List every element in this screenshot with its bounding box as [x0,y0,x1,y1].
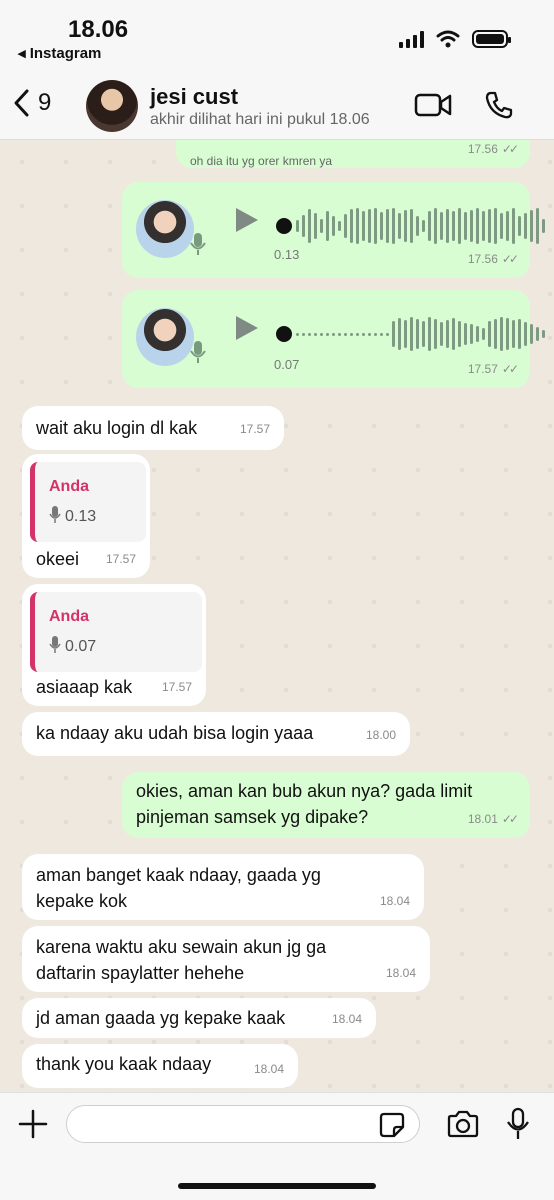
waveform[interactable] [296,202,545,250]
voice-message[interactable]: 0.07 17.57 ✓✓ [122,290,545,388]
message-text: wait aku login dl kak [36,418,198,438]
mic-icon [49,636,61,653]
signal-icon [399,30,424,48]
reply-message[interactable]: Anda 0.07 asiaaap kak 17.57 [22,584,206,706]
message-meta: 18.04 [254,1056,284,1082]
mic-icon [190,233,206,255]
play-icon[interactable] [232,314,260,342]
contact-avatar[interactable] [86,80,138,132]
message-time: 17.56 [467,142,498,156]
status-icons [399,30,511,48]
quote-duration: 0.07 [65,638,97,655]
message-bubble[interactable]: oh dia itu yg orer kmren ya 17.56 ✓✓ [176,140,530,168]
message-time: 18.00 [365,728,396,742]
sender-avatar [136,308,194,366]
message-meta: 17.57 [106,546,136,572]
message-text-line: karena waktu aku sewain akun jg ga [36,937,327,957]
message-text-line: daftarin spaylatter hehehe [36,963,245,983]
back-to-app-link[interactable]: ◂ Instagram [18,44,101,62]
message-meta: 17.56 ✓✓ [467,246,519,272]
voice-duration: 0.07 [274,357,300,372]
battery-icon [472,30,511,48]
phone-call-icon[interactable] [484,90,514,120]
message-bubble[interactable]: jd aman gaada yg kepake kaak 18.04 [22,998,376,1038]
message-time: 17.57 [161,680,192,694]
message-bubble[interactable]: wait aku login dl kak 17.57 [22,406,284,450]
message-bubble[interactable]: karena waktu aku sewain akun jg ga dafta… [22,926,430,992]
message-meta: 18.04 [380,888,410,914]
sticker-icon[interactable] [378,1111,406,1139]
reply-message[interactable]: Anda 0.13 okeei 17.57 [22,454,150,578]
message-meta: 17.57 [162,674,192,700]
wifi-icon [436,30,460,48]
message-text-line: pinjeman samsek yg dipake? [136,807,369,827]
quote-duration: 0.13 [65,508,97,525]
play-icon[interactable] [232,206,260,234]
chevron-left-icon [14,89,29,117]
message-bubble[interactable]: thank you kaak ndaay 18.04 [22,1044,298,1088]
message-meta: 18.01 ✓✓ [467,806,519,832]
message-input[interactable] [66,1105,420,1143]
message-meta: 18.04 [386,960,416,986]
read-ticks-icon: ✓✓ [501,362,519,376]
last-seen-text: akhir dilihat hari ini pukul 18.06 [150,111,370,128]
message-text: oh dia itu yg orer kmren ya [190,154,333,168]
message-meta: 17.57 [240,416,270,442]
message-time: 18.04 [253,1062,284,1076]
voice-duration: 0.13 [274,247,300,262]
quote-author: Anda [49,608,89,625]
read-ticks-icon: ✓✓ [501,252,519,266]
message-meta: 18.04 [332,1006,362,1032]
mic-icon [190,341,206,363]
message-time: 18.04 [379,894,410,908]
playhead-dot[interactable] [276,326,292,342]
message-text-line: okies, aman kan bub akun nya? gada limit [136,781,473,801]
unread-count: 9 [38,89,52,116]
message-text: thank you kaak ndaay [36,1054,212,1074]
message-time: 18.04 [385,966,416,980]
message-text: okeei [36,549,80,569]
mic-icon [49,506,61,523]
video-call-icon[interactable] [414,92,452,118]
message-time: 17.56 [467,252,498,266]
message-text-line: aman banget kaak ndaay, gaada yg [36,865,321,885]
message-bubble[interactable]: aman banget kaak ndaay, gaada yg kepake … [22,854,424,920]
waveform[interactable] [296,310,545,358]
playhead-dot[interactable] [276,218,292,234]
message-time: 17.57 [105,552,136,566]
message-text: jd aman gaada yg kepake kaak [36,1008,286,1028]
message-text: ka ndaay aku udah bisa login yaaa [36,723,314,743]
quote-author: Anda [49,478,89,495]
status-time: 18.06 [68,16,129,43]
camera-icon[interactable] [446,1110,480,1138]
message-meta: 17.56 ✓✓ [467,140,519,162]
message-time: 17.57 [467,362,498,376]
message-time: 18.04 [331,1012,362,1026]
back-button[interactable]: 9 [12,88,51,118]
message-text-line: kepake kok [36,891,128,911]
read-ticks-icon: ✓✓ [501,812,519,826]
home-indicator [178,1183,376,1189]
read-ticks-icon: ✓✓ [501,142,519,156]
message-time: 17.57 [239,422,270,436]
message-meta: 17.57 ✓✓ [467,356,519,382]
chat-area[interactable]: oh dia itu yg orer kmren ya 17.56 ✓✓ 0.1… [0,140,554,1092]
plus-icon[interactable] [18,1109,48,1139]
mic-icon[interactable] [506,1107,530,1141]
contact-name[interactable]: jesi cust [150,84,238,110]
chat-header: 9 jesi cust akhir dilihat hari ini pukul… [0,68,554,140]
message-bubble[interactable]: ka ndaay aku udah bisa login yaaa 18.00 [22,712,410,756]
message-text: asiaaap kak [36,677,133,697]
voice-message[interactable]: 0.13 17.56 ✓✓ [122,182,545,278]
status-bar: 18.06 ◂ Instagram [0,0,554,68]
composer-bar [0,1092,554,1200]
sender-avatar [136,200,194,258]
quoted-message[interactable]: Anda 0.13 [30,462,146,542]
message-bubble[interactable]: okies, aman kan bub akun nya? gada limit… [122,772,530,838]
quoted-message[interactable]: Anda 0.07 [30,592,202,672]
message-time: 18.01 [467,812,498,826]
message-meta: 18.00 [366,722,396,748]
